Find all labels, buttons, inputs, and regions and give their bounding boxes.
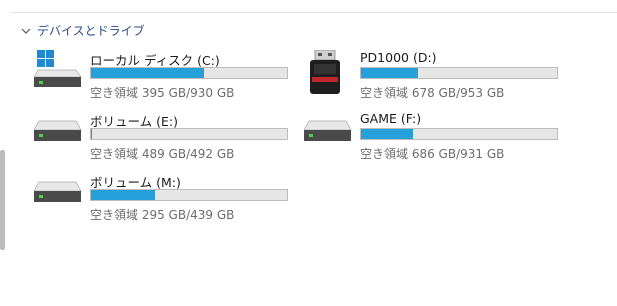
- free-space-text: 空き領域 489 GB/492 GB: [90, 147, 235, 161]
- usage-bar: [360, 128, 558, 140]
- hard-drive-icon: [33, 111, 84, 161]
- usage-bar-fill: [361, 68, 418, 78]
- drive-name: PD1000 (D:): [360, 50, 437, 65]
- free-space-text: 空き領域 395 GB/930 GB: [90, 86, 235, 100]
- usage-bar-fill: [91, 190, 156, 200]
- drive-d[interactable]: PD1000 (D:) 空き領域 678 GB/953 GB: [304, 49, 564, 106]
- usage-bar: [360, 67, 558, 79]
- drive-e[interactable]: ボリューム (E:) 空き領域 489 GB/492 GB: [33, 111, 294, 167]
- drive-name: GAME (F:): [360, 111, 422, 126]
- usage-bar: [90, 67, 288, 79]
- hard-drive-icon: [303, 111, 354, 161]
- usb-drive-icon: [304, 49, 354, 100]
- drive-f[interactable]: GAME (F:) 空き領域 686 GB/931 GB: [303, 111, 564, 167]
- free-space-text: 空き領域 295 GB/439 GB: [90, 208, 235, 222]
- hard-drive-icon: [33, 172, 84, 222]
- usage-bar-fill: [91, 129, 93, 139]
- free-space-text: 空き領域 678 GB/953 GB: [360, 86, 505, 100]
- scrollbar-thumb[interactable]: [0, 150, 5, 250]
- free-space-text: 空き領域 686 GB/931 GB: [360, 147, 505, 161]
- usage-bar-fill: [361, 129, 413, 139]
- drive-m[interactable]: ボリューム (M:) 空き領域 295 GB/439 GB: [33, 172, 294, 228]
- top-divider: [10, 12, 617, 13]
- drive-c[interactable]: ローカル ディスク (C:) 空き領域 395 GB/930 GB: [33, 50, 294, 106]
- usage-bar: [90, 189, 288, 201]
- usage-bar: [90, 128, 288, 140]
- devices-and-drives-header[interactable]: デバイスとドライブ: [20, 22, 145, 39]
- usage-bar-fill: [91, 68, 204, 78]
- section-title: デバイスとドライブ: [37, 24, 145, 38]
- windows-drive-icon: [33, 50, 84, 100]
- chevron-down-icon: [21, 28, 31, 34]
